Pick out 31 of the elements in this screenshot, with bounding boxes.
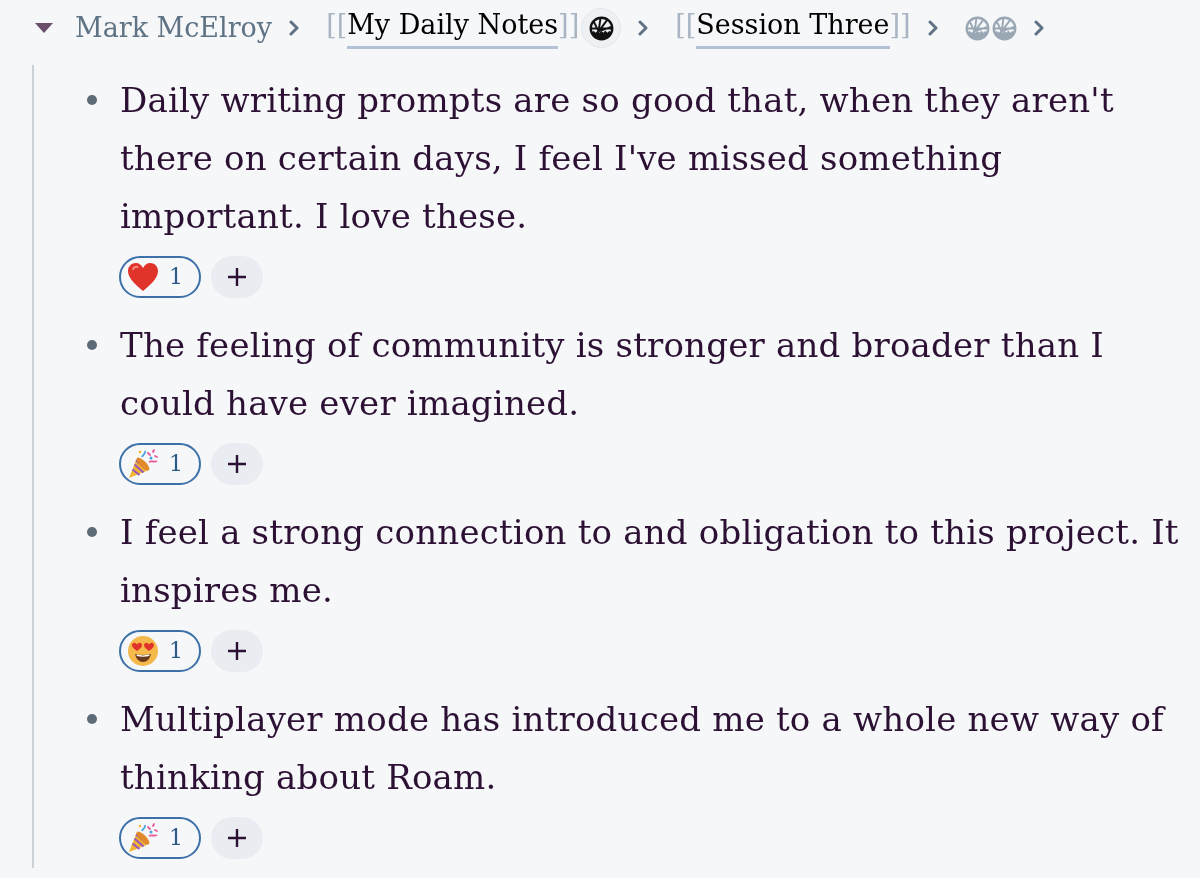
page-link[interactable]: [[My Daily Notes]] (326, 7, 580, 49)
chevron-right-icon (637, 20, 650, 36)
plus-icon (227, 454, 247, 474)
bullet-icon (87, 340, 97, 350)
plus-icon (227, 828, 247, 848)
add-reaction-button[interactable] (211, 630, 263, 672)
reaction-button[interactable]: 1 (119, 256, 201, 298)
chevron-right-icon (926, 20, 939, 36)
party-popper-icon (127, 822, 159, 854)
party-popper-icon (127, 448, 159, 480)
add-reaction-button[interactable] (211, 256, 263, 298)
chevron-right-icon (288, 20, 301, 36)
bullet-icon (87, 95, 97, 105)
bullet-icon (87, 527, 97, 537)
bullet-text: Daily writing prompts are so good that, when they aren't there on certain days, I feel I've missed something important. I love these. (120, 79, 1115, 238)
plus-icon (227, 641, 247, 661)
add-reaction-button[interactable] (211, 817, 263, 859)
breadcrumb-link[interactable]: Mark McElroy (75, 10, 273, 46)
heart-eyes-face-icon (127, 635, 159, 667)
reaction-button[interactable]: 1 (119, 443, 201, 485)
bullet-icon (87, 714, 97, 724)
bullet-text: I feel a strong connection to and obligation to this project. It inspires me. (120, 511, 1180, 612)
page-link[interactable]: [[Session Three]] (675, 7, 911, 49)
add-reaction-button[interactable] (211, 443, 263, 485)
reaction-button[interactable]: 1 (119, 630, 201, 672)
bullet-text: Multiplayer mode has introduced me to a whole new way of thinking about Roam. (120, 698, 1167, 799)
chevron-right-icon (1032, 20, 1045, 36)
heart-icon (127, 262, 159, 292)
reaction-button[interactable]: 1 (119, 817, 201, 859)
plus-icon (227, 267, 247, 287)
bullet-text: The feeling of community is stronger and broader than I could have ever imagined. (120, 324, 1105, 425)
